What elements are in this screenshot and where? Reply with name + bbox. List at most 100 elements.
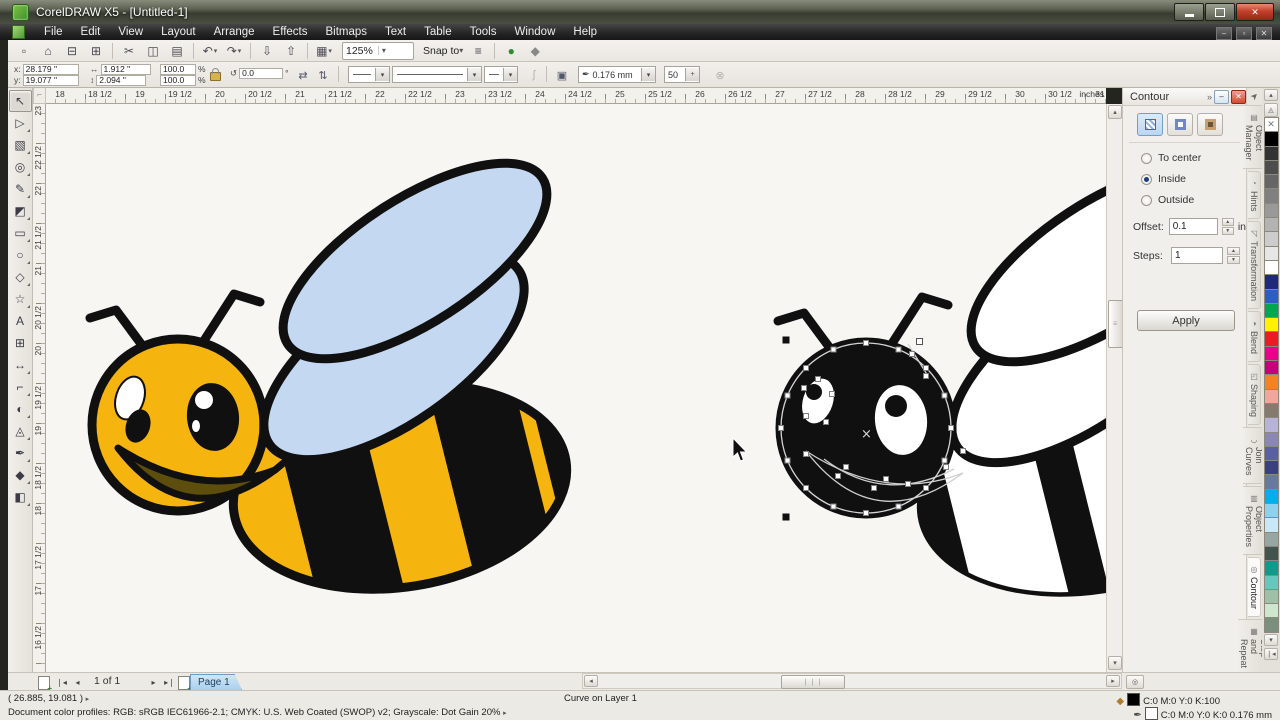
text-tool[interactable]: A <box>9 310 32 332</box>
pan-zoom-button[interactable]: ◎ <box>1126 675 1144 689</box>
export-button[interactable]: ⇧ <box>280 41 302 61</box>
color-swatch[interactable] <box>1264 417 1279 432</box>
apply-button[interactable]: Apply <box>1137 310 1235 331</box>
next-page-button[interactable]: ▸ <box>146 675 161 689</box>
page-tab[interactable]: Page 1 <box>190 674 242 690</box>
object-width-field[interactable]: 1.912 " <box>101 64 151 75</box>
color-swatch[interactable] <box>1264 289 1279 304</box>
mdi-minimize-button[interactable]: – <box>1216 27 1232 40</box>
open-button[interactable]: ⌂ <box>37 41 59 61</box>
copy-button[interactable]: ◫ <box>142 41 164 61</box>
color-swatch[interactable] <box>1264 532 1279 547</box>
line-style-dropdown[interactable]: ▾ <box>392 66 482 83</box>
docker-tab-hints[interactable]: ◔Hints <box>1248 171 1261 220</box>
scale-h-field[interactable]: 100.0 <box>160 64 196 75</box>
color-swatch[interactable] <box>1264 260 1279 275</box>
color-swatch[interactable] <box>1264 174 1279 189</box>
new-document-button[interactable]: ▫ <box>13 41 35 61</box>
steps-docker-field[interactable]: 1 <box>1171 247 1223 264</box>
color-swatch[interactable] <box>1264 274 1279 289</box>
snap-to-dropdown[interactable]: Snap to ▾ <box>420 43 466 59</box>
color-swatch[interactable] <box>1264 503 1279 518</box>
color-swatch[interactable] <box>1264 374 1279 389</box>
fill-tool[interactable]: ◆ <box>9 464 32 486</box>
outline-width-dropdown[interactable]: ✒ 0.176 mm ▾ <box>578 66 656 83</box>
menu-tools[interactable]: Tools <box>461 25 506 39</box>
eyedropper-tool[interactable]: ◬ <box>9 420 32 442</box>
close-button[interactable]: ✕ <box>1236 3 1274 21</box>
docker-close-button[interactable]: ✕ <box>1231 90 1246 104</box>
color-swatch[interactable] <box>1264 160 1279 175</box>
color-swatch[interactable] <box>1264 575 1279 590</box>
polygon-tool[interactable]: ◇ <box>9 266 32 288</box>
ellipse-tool[interactable]: ○ <box>9 244 32 266</box>
color-swatch[interactable] <box>1264 432 1279 447</box>
last-page-button[interactable]: ▸❘ <box>162 675 177 689</box>
offset-field[interactable]: 0.1 <box>1169 218 1218 235</box>
docker-tab-shaping[interactable]: ◰Shaping <box>1248 364 1261 425</box>
docker-tab-blend[interactable]: ◑Blend <box>1248 311 1261 362</box>
palette-scroll-down-button[interactable]: ▾ <box>1264 634 1278 646</box>
menu-effects[interactable]: Effects <box>264 25 317 39</box>
y-position-field[interactable]: 19.077 " <box>23 75 79 86</box>
to-center-contour-button[interactable] <box>1137 113 1163 136</box>
bee-artwork-silhouette[interactable] <box>778 129 1106 644</box>
blend-tool[interactable]: ◐ <box>9 398 32 420</box>
color-swatch[interactable] <box>1264 188 1279 203</box>
steps-spinner[interactable]: ▲▼ <box>1227 247 1240 264</box>
arrowhead-start-dropdown[interactable]: ▾ <box>348 66 390 83</box>
paste-button[interactable]: ▤ <box>166 41 188 61</box>
color-swatch-none[interactable]: ✕ <box>1264 117 1279 132</box>
zoom-level-dropdown[interactable]: 125%▾ <box>342 42 414 60</box>
undo-button[interactable]: ↶▾ <box>199 41 221 61</box>
scroll-right-button[interactable]: ▸ <box>1106 675 1120 687</box>
basic-shapes-tool[interactable]: ☆ <box>9 288 32 310</box>
docker-minimize-button[interactable]: – <box>1214 90 1229 104</box>
color-swatch[interactable] <box>1264 603 1279 618</box>
menu-layout[interactable]: Layout <box>152 25 205 39</box>
color-swatch[interactable] <box>1264 203 1279 218</box>
menu-edit[interactable]: Edit <box>72 25 110 39</box>
menu-help[interactable]: Help <box>564 25 606 39</box>
outline-pen-tool[interactable]: ✒ <box>9 442 32 464</box>
pushpin-icon[interactable]: ➤ <box>1248 90 1261 103</box>
color-swatch[interactable] <box>1264 360 1279 375</box>
color-swatch[interactable] <box>1264 146 1279 161</box>
pick-tool[interactable]: ↖ <box>9 90 32 112</box>
offset-spinner[interactable]: ▲▼ <box>1222 218 1234 235</box>
table-tool[interactable]: ⊞ <box>9 332 32 354</box>
smart-fill-tool[interactable]: ◩ <box>9 200 32 222</box>
docker-tab-transformation[interactable]: ◹Transformation <box>1248 221 1261 309</box>
scale-v-field[interactable]: 100.0 <box>160 75 196 86</box>
docker-chevron[interactable]: » <box>1207 92 1212 102</box>
radio-inside[interactable]: Inside <box>1141 173 1246 185</box>
color-swatch[interactable] <box>1264 474 1279 489</box>
restore-button[interactable] <box>1205 3 1235 21</box>
menu-table[interactable]: Table <box>415 25 461 39</box>
color-swatch[interactable] <box>1264 231 1279 246</box>
color-swatch[interactable] <box>1264 131 1279 146</box>
rectangle-tool[interactable]: ▭ <box>9 222 32 244</box>
color-swatch[interactable] <box>1264 331 1279 346</box>
color-swatch[interactable] <box>1264 317 1279 332</box>
lock-ratio-button[interactable] <box>210 72 221 81</box>
options-button[interactable]: ≡ <box>467 41 489 61</box>
color-swatch[interactable] <box>1264 546 1279 561</box>
mdi-restore-button[interactable]: ▫ <box>1236 27 1252 40</box>
minimize-button[interactable] <box>1174 3 1204 21</box>
rotation-angle-field[interactable]: 0.0 <box>239 68 283 79</box>
corel-connect-button[interactable]: ◆ <box>524 41 546 61</box>
arrowhead-end-dropdown[interactable]: ▾ <box>484 66 518 83</box>
color-swatch[interactable] <box>1264 246 1279 261</box>
import-button[interactable]: ⇩ <box>256 41 278 61</box>
palette-scroll-up-button[interactable]: ▴ <box>1264 89 1278 101</box>
color-swatch[interactable] <box>1264 446 1279 461</box>
save-button[interactable]: ⊟ <box>61 41 83 61</box>
object-height-field[interactable]: 2.094 " <box>96 75 146 86</box>
mirror-horizontal-button[interactable]: ⇄ <box>293 66 313 84</box>
color-swatch[interactable] <box>1264 217 1279 232</box>
outside-contour-button[interactable] <box>1197 113 1223 136</box>
color-swatch[interactable] <box>1264 303 1279 318</box>
menu-window[interactable]: Window <box>505 25 564 39</box>
add-page-button[interactable] <box>38 676 50 690</box>
